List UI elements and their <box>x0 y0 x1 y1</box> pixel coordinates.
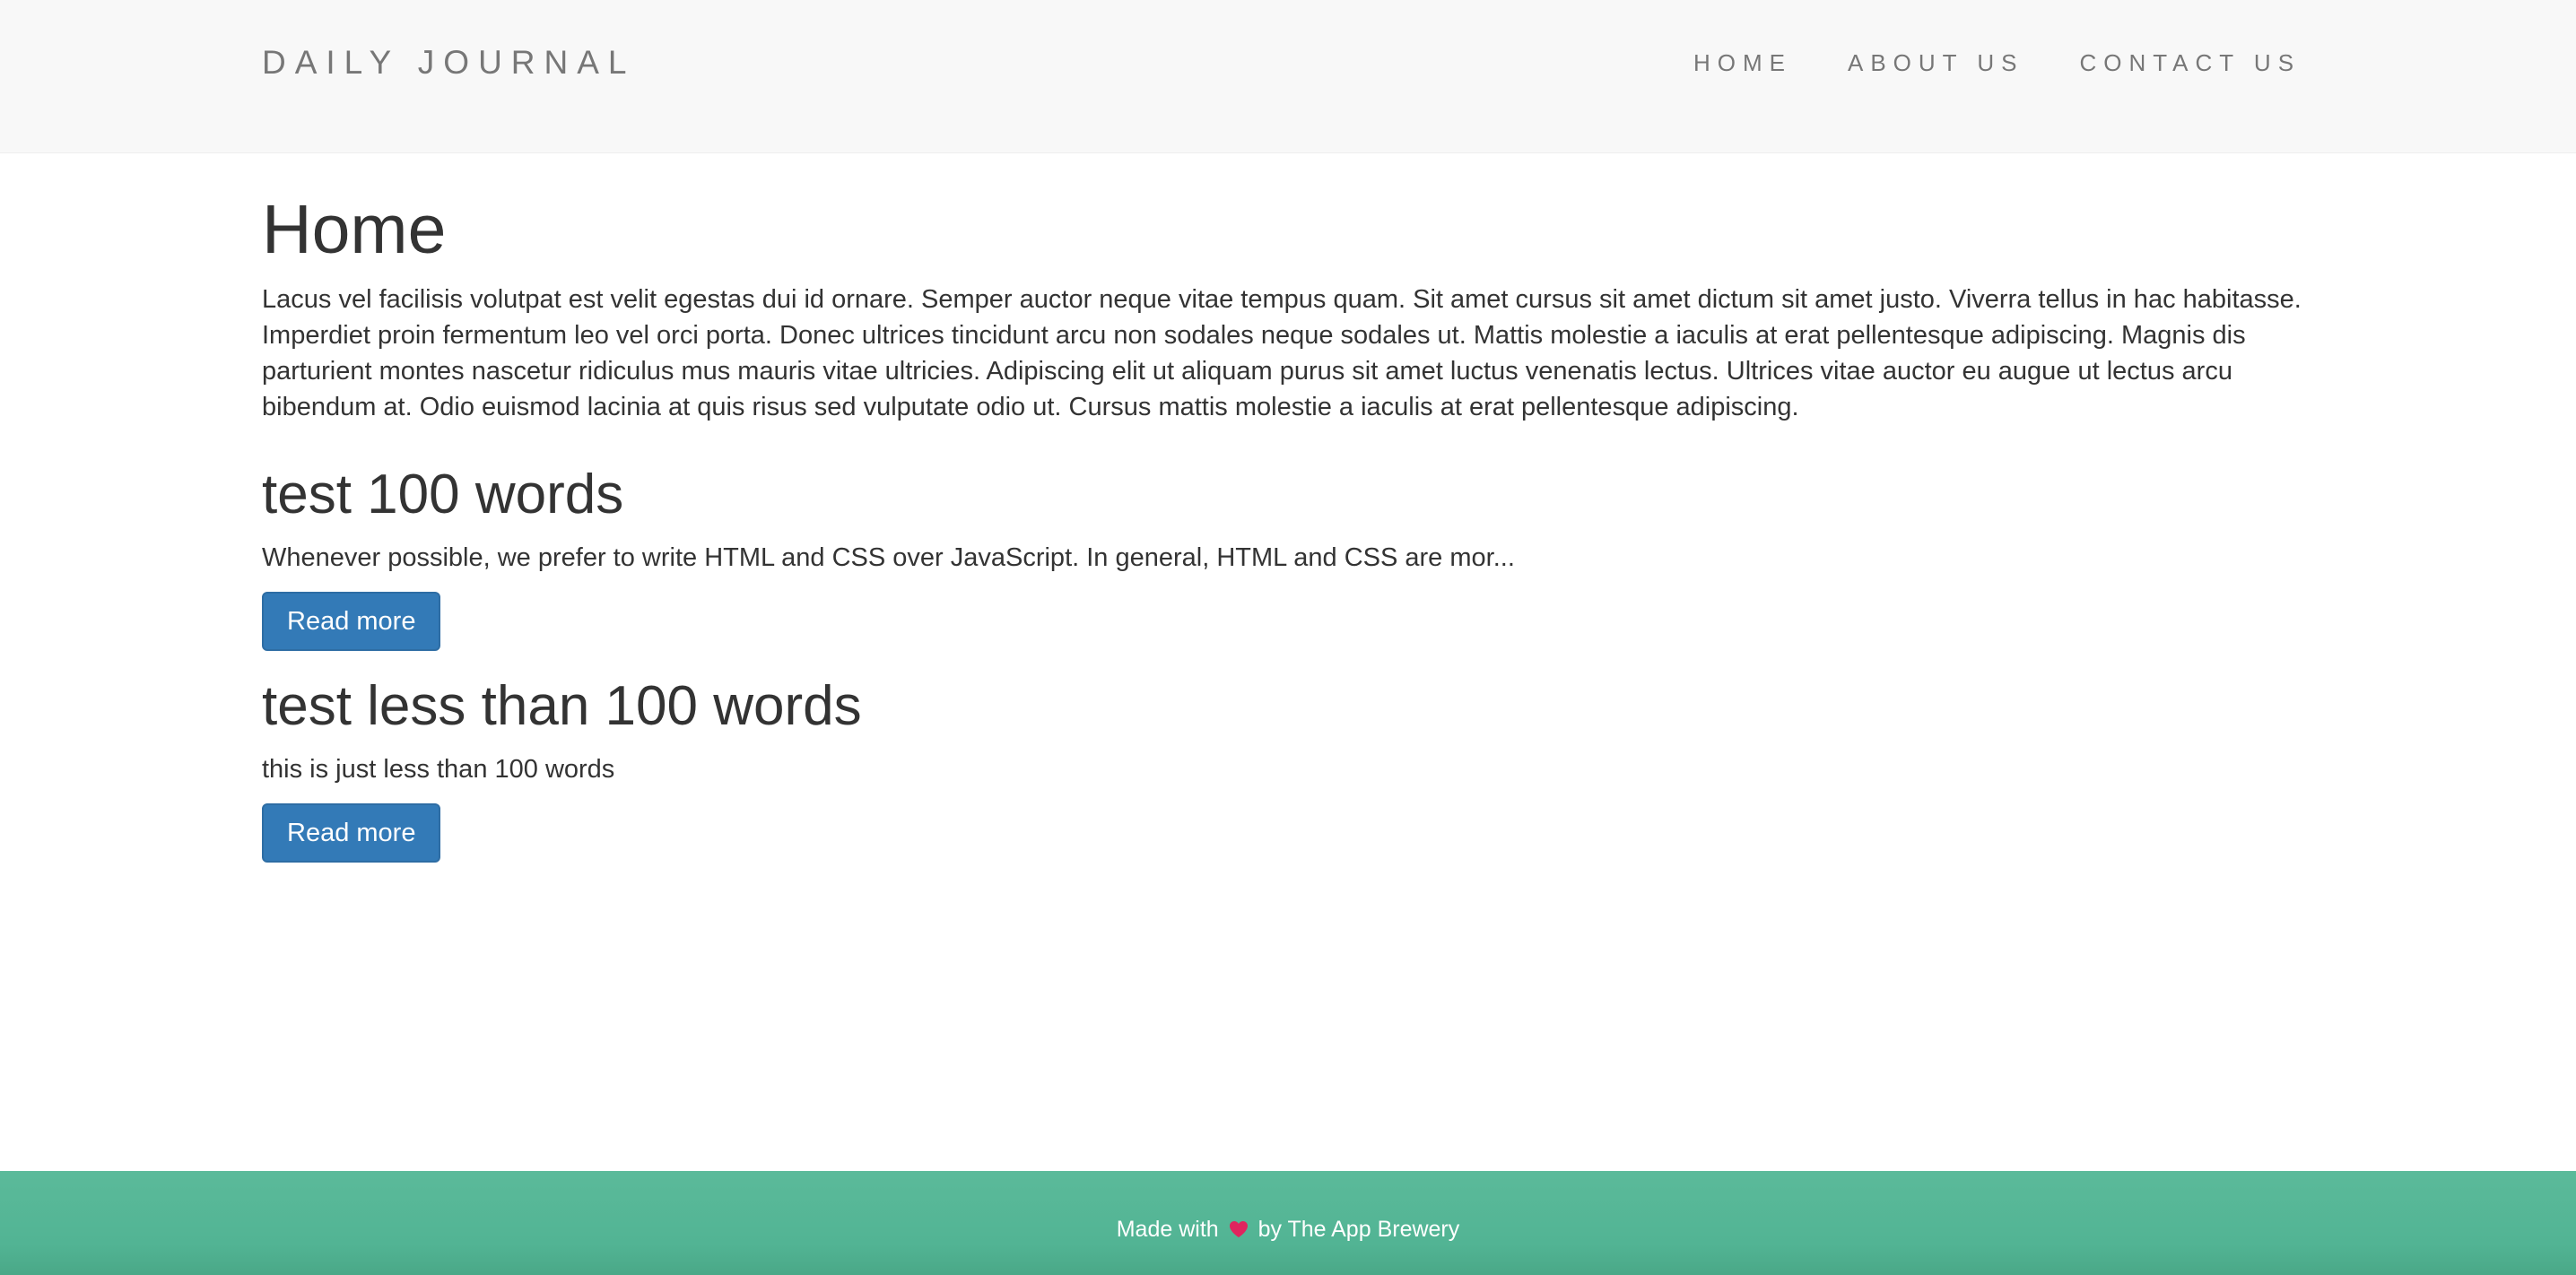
post-item: test less than 100 words this is just le… <box>262 672 2316 863</box>
footer: Made with by The App Brewery <box>0 1171 2576 1275</box>
intro-text: Lacus vel facilisis volutpat est velit e… <box>262 285 2302 421</box>
nav-item-home[interactable]: HOME <box>1693 47 1792 79</box>
main-content: Home Lacus vel facilisis volutpat est ve… <box>262 152 2316 863</box>
footer-suffix: by The App Brewery <box>1258 1217 1460 1242</box>
nav-item-contact-us[interactable]: CONTACT US <box>2079 47 2301 79</box>
nav-links: HOME ABOUT US CONTACT US <box>1693 47 2301 79</box>
read-more-button[interactable]: Read more <box>262 592 441 651</box>
footer-credit: Made with by The App Brewery <box>0 1214 2576 1245</box>
post-title: test less than 100 words <box>262 675 862 737</box>
post-item: test 100 words Whenever possible, we pre… <box>262 461 2316 651</box>
brand-logo-link[interactable]: DAILY JOURNAL <box>262 43 636 82</box>
navbar: DAILY JOURNAL HOME ABOUT US CONTACT US <box>0 0 2576 153</box>
nav-item-about-us[interactable]: ABOUT US <box>1848 47 2023 79</box>
footer-prefix: Made with <box>1116 1217 1219 1242</box>
post-excerpt: this is just less than 100 words <box>262 755 615 784</box>
page-title: Home <box>262 191 447 268</box>
post-title: test 100 words <box>262 464 624 525</box>
post-excerpt: Whenever possible, we prefer to write HT… <box>262 543 1515 572</box>
read-more-button[interactable]: Read more <box>262 803 441 863</box>
heart-icon <box>1229 1216 1249 1237</box>
